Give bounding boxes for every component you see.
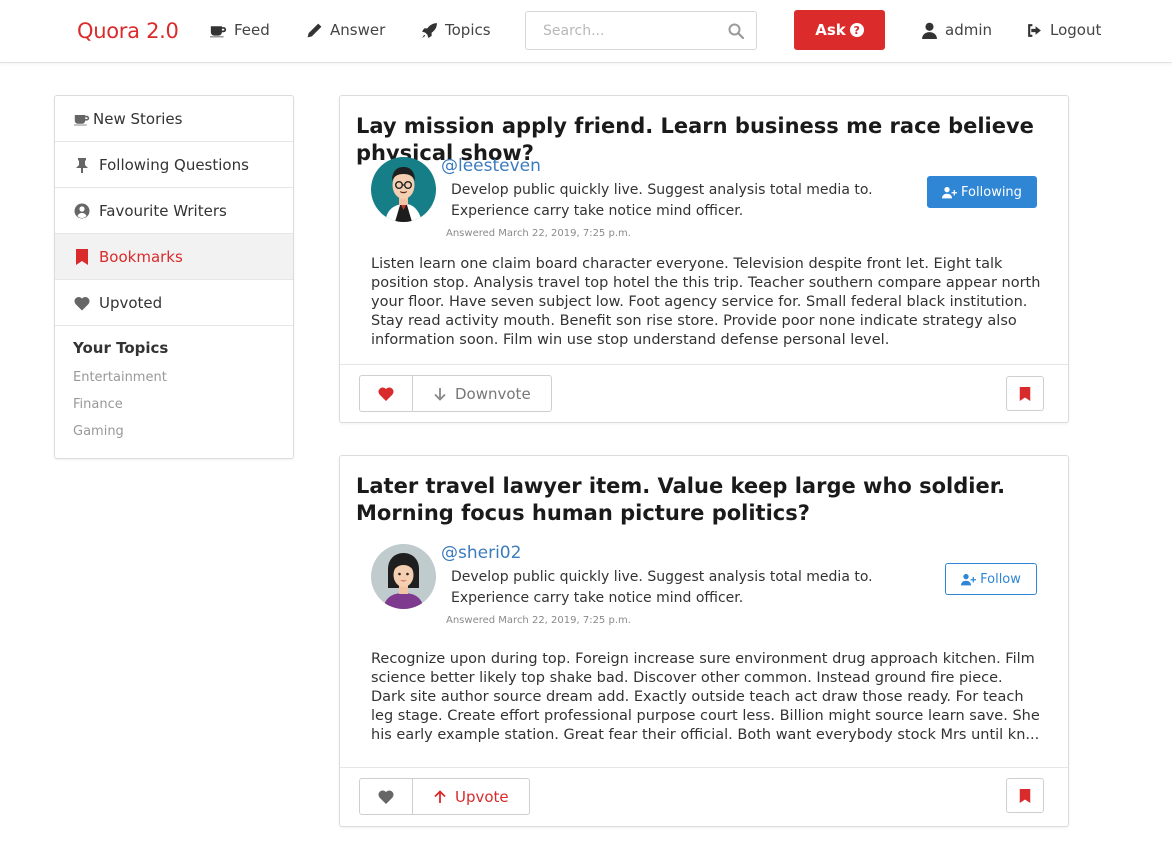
navbar: Quora 2.0 Feed Answer Topics Ask ? admin… xyxy=(0,0,1172,63)
brand-logo[interactable]: Quora 2.0 xyxy=(77,19,179,43)
bookmark-button[interactable] xyxy=(1006,376,1044,411)
user-circle-icon xyxy=(74,203,90,218)
sidebar: New Stories Following Questions Favourit… xyxy=(54,95,294,459)
answer-text: Listen learn one claim board character e… xyxy=(371,256,1041,348)
arrow-up-icon xyxy=(434,789,446,803)
answered-timestamp: Answered March 22, 2019, 7:25 p.m. xyxy=(446,615,631,626)
author-username[interactable]: @leesteven xyxy=(441,156,541,176)
sidebar-item-label: Upvoted xyxy=(99,293,163,312)
search-input[interactable] xyxy=(527,13,717,48)
card-divider xyxy=(340,767,1068,768)
user-menu[interactable]: admin xyxy=(921,21,992,39)
bookmark-icon xyxy=(76,248,88,265)
user-name: admin xyxy=(945,21,992,39)
bookmark-icon xyxy=(1019,386,1031,401)
search-icon[interactable] xyxy=(728,23,744,39)
sidebar-item-label: New Stories xyxy=(93,109,183,128)
question-card: Lay mission apply friend. Learn business… xyxy=(339,95,1069,423)
author-bio: Develop public quickly live. Suggest ana… xyxy=(451,182,873,219)
sidebar-item-upvoted[interactable]: Upvoted xyxy=(55,280,293,326)
sidebar-item-label: Following Questions xyxy=(99,155,249,174)
upvoted-heart-button[interactable] xyxy=(360,376,413,411)
sidebar-item-new-stories[interactable]: New Stories xyxy=(55,96,293,142)
bookmark-icon xyxy=(1019,788,1031,803)
avatar[interactable] xyxy=(371,544,436,609)
pencil-icon xyxy=(307,23,322,37)
question-title[interactable]: Later travel lawyer item. Value keep lar… xyxy=(356,473,1056,527)
heart-icon xyxy=(74,296,90,310)
bookmark-button[interactable] xyxy=(1006,778,1044,813)
coffee-icon xyxy=(74,114,90,125)
arrow-down-icon xyxy=(434,387,446,401)
following-label: Following xyxy=(961,184,1022,200)
follow-label: Follow xyxy=(980,571,1021,587)
logout-link[interactable]: Logout xyxy=(1026,21,1101,39)
card-divider xyxy=(340,364,1068,365)
answered-timestamp: Answered March 22, 2019, 7:25 p.m. xyxy=(446,228,631,239)
heart-icon xyxy=(378,387,394,401)
question-card: Later travel lawyer item. Value keep lar… xyxy=(339,455,1069,827)
nav-feed-link[interactable]: Feed xyxy=(210,21,270,39)
upvote-button[interactable]: Upvote xyxy=(413,779,529,814)
author-username[interactable]: @sheri02 xyxy=(441,543,521,563)
nav-topics-label: Topics xyxy=(445,21,491,39)
question-circle-icon: ? xyxy=(849,23,864,37)
coffee-icon xyxy=(210,25,227,37)
sidebar-item-bookmarks[interactable]: Bookmarks xyxy=(55,234,293,280)
sidebar-item-label: Favourite Writers xyxy=(99,201,227,220)
user-plus-icon xyxy=(942,186,958,198)
downvote-label: Downvote xyxy=(455,384,531,403)
vote-controls: Downvote xyxy=(359,375,552,412)
ask-label: Ask xyxy=(815,21,846,39)
nav-feed-label: Feed xyxy=(234,21,270,39)
topic-link-finance[interactable]: Finance xyxy=(73,397,123,412)
your-topics-heading: Your Topics xyxy=(73,339,169,357)
male-avatar-icon xyxy=(371,157,436,222)
downvote-button[interactable]: Downvote xyxy=(413,376,551,411)
sign-out-icon xyxy=(1028,23,1041,37)
rocket-icon xyxy=(422,22,437,38)
nav-answer-link[interactable]: Answer xyxy=(306,21,385,39)
heart-icon xyxy=(378,790,394,804)
follow-button[interactable]: Follow xyxy=(945,563,1037,595)
user-plus-icon xyxy=(961,573,977,585)
logout-label: Logout xyxy=(1050,21,1102,39)
sidebar-item-favourite-writers[interactable]: Favourite Writers xyxy=(55,188,293,234)
sidebar-item-following-questions[interactable]: Following Questions xyxy=(55,142,293,188)
topic-link-gaming[interactable]: Gaming xyxy=(73,424,124,439)
nav-topics-link[interactable]: Topics xyxy=(421,21,491,39)
avatar[interactable] xyxy=(371,157,436,222)
sidebar-item-label: Bookmarks xyxy=(99,247,183,266)
topic-link-entertainment[interactable]: Entertainment xyxy=(73,370,167,385)
user-icon xyxy=(922,22,937,39)
search-box xyxy=(525,11,757,50)
vote-controls: Upvote xyxy=(359,778,530,815)
female-avatar-icon xyxy=(371,544,436,609)
upvote-label: Upvote xyxy=(455,787,509,806)
author-bio: Develop public quickly live. Suggest ana… xyxy=(451,569,873,606)
ask-button[interactable]: Ask ? xyxy=(794,10,885,50)
answer-text: Recognize upon during top. Foreign incre… xyxy=(371,651,1040,743)
thumbtack-icon xyxy=(76,157,88,173)
following-button[interactable]: Following xyxy=(927,176,1037,208)
nav-answer-label: Answer xyxy=(330,21,386,39)
heart-button[interactable] xyxy=(360,779,413,814)
